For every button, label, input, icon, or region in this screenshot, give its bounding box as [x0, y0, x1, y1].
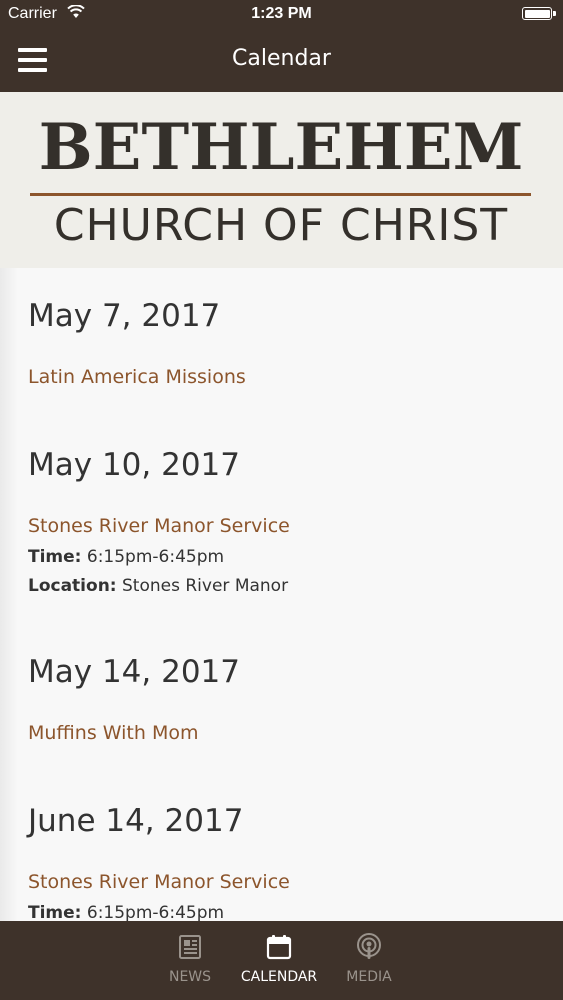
event-title-link[interactable]: Latin America Missions — [28, 366, 246, 388]
event-title-link[interactable]: Stones River Manor Service — [28, 871, 290, 893]
navigation-bar: Calendar — [0, 28, 563, 92]
battery-icon — [522, 7, 552, 20]
tab-label: MEDIA — [346, 969, 392, 985]
podcast-icon — [357, 933, 381, 959]
status-bar: Carrier 1:23 PM — [0, 0, 563, 28]
event-time-label: Time: — [28, 903, 82, 921]
tab-calendar[interactable]: CALENDAR — [229, 921, 329, 1000]
event-location-value: Stones River Manor — [122, 576, 289, 596]
status-time: 1:23 PM — [251, 5, 312, 22]
event-time-value: 6:15pm-6:45pm — [86, 547, 225, 567]
logo-divider — [30, 193, 531, 196]
event-date: May 10, 2017 — [28, 447, 240, 483]
event-location-label: Location: — [28, 576, 117, 596]
logo-subtitle: CHURCH OF CHRIST — [53, 200, 509, 251]
tab-label: CALENDAR — [240, 969, 318, 985]
event-location: Location: Stones River Manor — [28, 576, 288, 596]
logo-title: BETHLEHEM — [38, 110, 524, 185]
tab-media[interactable]: MEDIA — [319, 921, 419, 1000]
page-title: Calendar — [232, 46, 331, 71]
battery-cap — [553, 11, 556, 16]
church-logo-banner: BETHLEHEM CHURCH OF CHRIST — [0, 92, 563, 268]
event-date: June 14, 2017 — [28, 803, 244, 839]
newspaper-icon — [179, 935, 201, 959]
tab-label: NEWS — [168, 969, 212, 985]
event-title-link[interactable]: Muffins With Mom — [28, 722, 199, 744]
tab-news[interactable]: NEWS — [140, 921, 240, 1000]
event-time-value: 6:15pm-6:45pm — [86, 903, 225, 921]
event-time-label: Time: — [28, 547, 82, 567]
event-time: Time: 6:15pm-6:45pm — [28, 903, 224, 921]
event-date: May 14, 2017 — [28, 654, 240, 690]
event-title-link[interactable]: Stones River Manor Service — [28, 515, 290, 537]
tab-bar: NEWS CALENDAR MEDIA — [0, 921, 563, 1000]
calendar-icon — [266, 935, 292, 960]
event-time: Time: 6:15pm-6:45pm — [28, 547, 224, 567]
event-date: May 7, 2017 — [28, 298, 221, 334]
calendar-content[interactable]: BETHLEHEM CHURCH OF CHRIST May 7, 2017 L… — [0, 92, 563, 921]
battery-fill — [524, 9, 550, 18]
